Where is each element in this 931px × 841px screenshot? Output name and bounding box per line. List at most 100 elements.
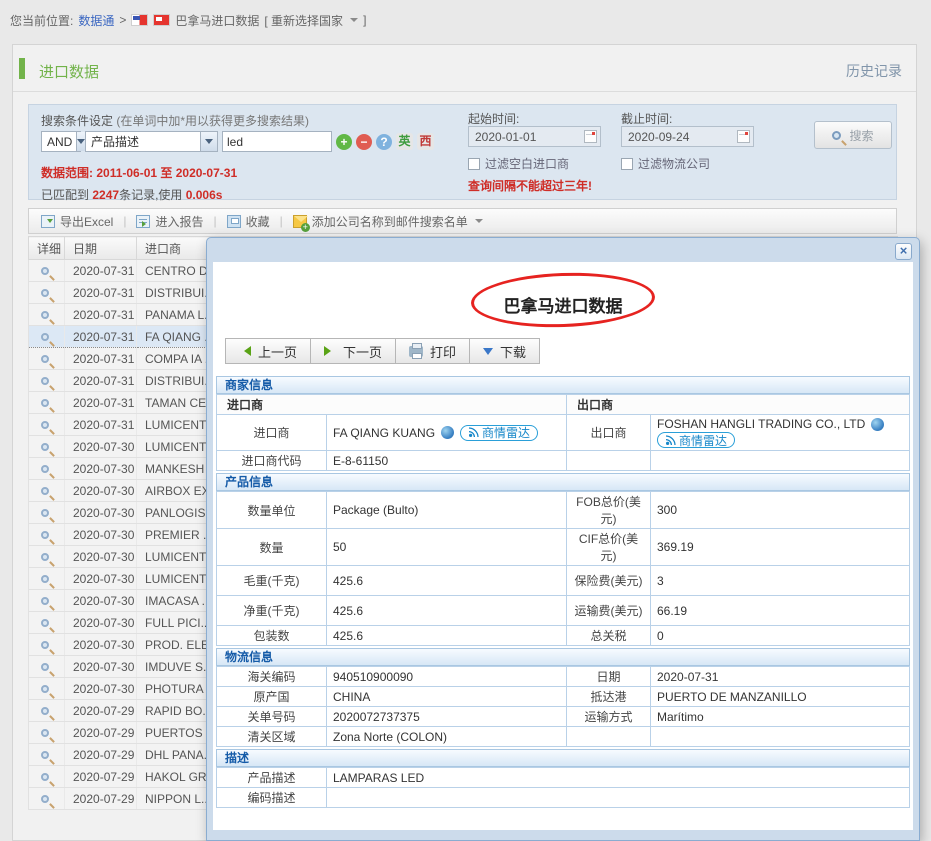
row-date: 2020-07-30 [65, 634, 137, 656]
chevron-down-icon [475, 219, 483, 227]
magnifier-icon[interactable] [41, 333, 49, 341]
magnifier-icon[interactable] [41, 685, 49, 693]
field-label: 日期 [567, 667, 651, 687]
detail-row: 数量50CIF总价(美元)369.19 [217, 529, 910, 566]
filter-logistics-checkbox[interactable] [621, 158, 633, 170]
detail-row: 海关编码940510900090日期2020-07-31 [217, 667, 910, 687]
magnifier-icon[interactable] [41, 399, 49, 407]
magnifier-icon[interactable] [41, 619, 49, 627]
detail-row: 包装数425.6总关税0 [217, 626, 910, 646]
logistics-table: 海关编码940510900090日期2020-07-31原产国CHINA抵达港P… [216, 666, 910, 747]
reselect-country-link[interactable]: [ 重新选择国家 [264, 12, 343, 29]
magnifier-icon[interactable] [41, 751, 49, 759]
magnifier-icon[interactable] [41, 597, 49, 605]
add-to-mail-list-button[interactable]: 添加公司名称到邮件搜索名单 [289, 213, 487, 230]
magnifier-icon[interactable] [41, 553, 49, 561]
column-header-detail[interactable]: 详细 [29, 237, 65, 260]
field-value: 3 [651, 566, 910, 596]
dialog-title: 巴拿马进口数据 [216, 292, 910, 317]
detail-row: 数量单位Package (Bulto)FOB总价(美元)300 [217, 492, 910, 529]
breadcrumb-bracket: ] [363, 13, 366, 27]
row-date: 2020-07-31 [65, 392, 137, 414]
magnifier-icon[interactable] [41, 377, 49, 385]
section-merchant-info: 商家信息 [216, 376, 910, 394]
english-toggle-button[interactable]: 英 [396, 133, 413, 150]
spanish-toggle-button[interactable]: 西 [417, 133, 434, 150]
column-header-date[interactable]: 日期 [65, 237, 137, 260]
magnifier-icon[interactable] [41, 465, 49, 473]
magnifier-icon[interactable] [41, 355, 49, 363]
filter-logistics-option: 过滤物流公司 [621, 155, 710, 172]
printer-icon [409, 346, 423, 357]
magnifier-icon[interactable] [41, 795, 49, 803]
field-value: 425.6 [327, 626, 567, 646]
history-link[interactable]: 历史记录 [846, 61, 902, 81]
magnifier-icon[interactable] [41, 773, 49, 781]
magnifier-icon[interactable] [41, 311, 49, 319]
magnifier-icon[interactable] [41, 707, 49, 715]
print-button[interactable]: 打印 [395, 338, 470, 364]
row-date: 2020-07-31 [65, 370, 137, 392]
magnifier-icon[interactable] [41, 663, 49, 671]
field-label [567, 727, 651, 747]
download-button[interactable]: 下载 [469, 338, 540, 364]
logistics-tbody: 海关编码940510900090日期2020-07-31原产国CHINA抵达港P… [217, 667, 910, 747]
field-value: 425.6 [327, 596, 567, 626]
end-date-input[interactable]: 2020-09-24 [621, 126, 754, 147]
calendar-icon[interactable] [584, 130, 597, 143]
magnifier-icon[interactable] [41, 641, 49, 649]
field-value: PUERTO DE MANZANILLO [651, 687, 910, 707]
previous-page-button[interactable]: 上一页 [225, 338, 311, 364]
search-button[interactable]: 搜索 [814, 121, 892, 149]
importer-code-label: 进口商代码 [217, 451, 327, 471]
filter-blank-importer-checkbox[interactable] [468, 158, 480, 170]
field-value: Zona Norte (COLON) [327, 727, 567, 747]
magnifier-icon[interactable] [41, 421, 49, 429]
chevron-down-icon [200, 132, 217, 151]
magnifier-icon[interactable] [41, 531, 49, 539]
enter-report-button[interactable]: 进入报告 [132, 213, 207, 230]
magnifier-icon[interactable] [41, 487, 49, 495]
row-date: 2020-07-30 [65, 502, 137, 524]
field-label: 数量 [217, 529, 327, 566]
row-date: 2020-07-31 [65, 304, 137, 326]
dialog-nav-buttons: 上一页 下一页 打印 下载 [226, 338, 910, 364]
magnifier-icon[interactable] [41, 267, 49, 275]
excel-export-icon [41, 215, 55, 228]
keyword-input[interactable] [222, 131, 332, 152]
exporter-radar-link[interactable]: 商情雷达 [657, 432, 735, 448]
field-value: Marítimo [651, 707, 910, 727]
page-title: 进口数据 [39, 61, 99, 82]
close-icon[interactable]: × [895, 243, 912, 260]
start-date-input[interactable]: 2020-01-01 [468, 126, 601, 147]
help-button[interactable]: ? [376, 134, 392, 150]
section-logistics-info: 物流信息 [216, 648, 910, 666]
globe-icon[interactable] [871, 418, 884, 431]
row-date: 2020-07-31 [65, 282, 137, 304]
search-conditions-title: 搜索条件设定 (在单词中加*用以获得更多搜索结果) [41, 112, 309, 129]
magnifier-icon[interactable] [41, 289, 49, 297]
calendar-icon[interactable] [737, 130, 750, 143]
section-description: 描述 [216, 749, 910, 767]
description-table: 产品描述LAMPARAS LED编码描述 [216, 767, 910, 808]
detail-row: 毛重(千克)425.6保险费(美元)3 [217, 566, 910, 596]
boolean-operator-select[interactable]: AND [41, 131, 81, 152]
export-excel-button[interactable]: 导出Excel [37, 213, 117, 230]
remove-condition-button[interactable]: − [356, 134, 372, 150]
row-date: 2020-07-30 [65, 436, 137, 458]
favorite-button[interactable]: 收藏 [223, 213, 274, 230]
chevron-down-icon[interactable] [350, 18, 358, 26]
add-condition-button[interactable]: + [336, 134, 352, 150]
field-value: 940510900090 [327, 667, 567, 687]
magnifier-icon[interactable] [41, 509, 49, 517]
report-icon [136, 215, 150, 228]
breadcrumb-home-link[interactable]: 数据通 [78, 12, 114, 29]
magnifier-icon[interactable] [41, 443, 49, 451]
globe-icon[interactable] [441, 426, 454, 439]
row-date: 2020-07-29 [65, 788, 137, 810]
magnifier-icon[interactable] [41, 729, 49, 737]
importer-radar-link[interactable]: 商情雷达 [460, 425, 538, 441]
search-field-select[interactable]: 产品描述 [85, 131, 218, 152]
magnifier-icon[interactable] [41, 575, 49, 583]
next-page-button[interactable]: 下一页 [310, 338, 396, 364]
